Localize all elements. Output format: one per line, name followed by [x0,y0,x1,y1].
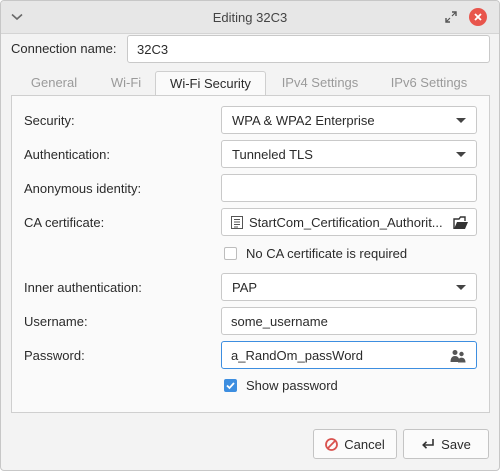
cancel-button[interactable]: Cancel [313,429,397,459]
inner-authentication-label: Inner authentication: [24,280,142,295]
dropdown-arrow-icon [456,118,466,123]
inner-authentication-dropdown[interactable]: PAP [221,273,477,301]
show-password-checkbox-row[interactable]: Show password [224,377,338,393]
dropdown-arrow-icon [456,285,466,290]
close-icon[interactable] [469,8,487,26]
tab-general[interactable]: General [11,71,97,95]
ca-certificate-label: CA certificate: [24,215,105,230]
checkmark-icon [226,381,235,389]
ca-certificate-value: StartCom_Certification_Authorit... [249,215,443,230]
authentication-dropdown[interactable]: Tunneled TLS [221,140,477,168]
password-input[interactable] [222,342,476,368]
anonymous-identity-field [221,174,477,202]
no-ca-required-checkbox[interactable] [224,246,237,260]
inner-authentication-value: PAP [232,280,258,295]
dropdown-arrow-icon [456,152,466,157]
wifi-security-panel: Security: WPA & WPA2 Enterprise Authenti… [11,95,490,413]
restore-icon[interactable] [443,9,459,25]
cancel-button-label: Cancel [344,436,385,452]
tab-ipv4-settings[interactable]: IPv4 Settings [266,71,374,95]
anonymous-identity-label: Anonymous identity: [24,181,142,196]
security-dropdown[interactable]: WPA & WPA2 Enterprise [221,106,477,134]
save-button-label: Save [441,436,471,452]
tab-wifi-security[interactable]: Wi-Fi Security [155,71,266,96]
username-field [221,307,477,335]
show-password-label: Show password [246,377,338,393]
no-ca-required-checkbox-row[interactable]: No CA certificate is required [224,245,407,261]
show-password-checkbox[interactable] [224,378,237,392]
tab-bar: General Wi-Fi Wi-Fi Security IPv4 Settin… [11,71,490,96]
enter-arrow-icon [421,438,435,450]
no-ca-required-label: No CA certificate is required [246,245,408,261]
editor-window: Editing 32C3 Connection name: General Wi… [0,0,500,471]
security-value: WPA & WPA2 Enterprise [232,113,375,128]
username-input[interactable] [222,308,476,334]
window-title: Editing 32C3 [212,10,288,25]
connection-name-label: Connection name: [11,41,117,56]
tab-wifi[interactable]: Wi-Fi [97,71,155,95]
username-label: Username: [24,314,88,329]
ca-certificate-chooser[interactable]: StartCom_Certification_Authorit... [221,208,477,236]
password-label: Password: [24,348,85,363]
title-bar[interactable]: Editing 32C3 [1,1,499,34]
anonymous-identity-input[interactable] [222,175,476,201]
connection-name-input[interactable] [127,35,490,63]
tab-ipv6-settings[interactable]: IPv6 Settings [374,71,484,95]
authentication-value: Tunneled TLS [232,147,313,162]
security-label: Security: [24,113,75,128]
save-button[interactable]: Save [403,429,489,459]
cancel-icon [325,437,339,451]
authentication-label: Authentication: [24,147,111,162]
users-icon[interactable] [450,349,466,363]
document-icon [231,216,243,229]
open-file-icon[interactable] [453,215,469,230]
password-field [221,341,477,369]
